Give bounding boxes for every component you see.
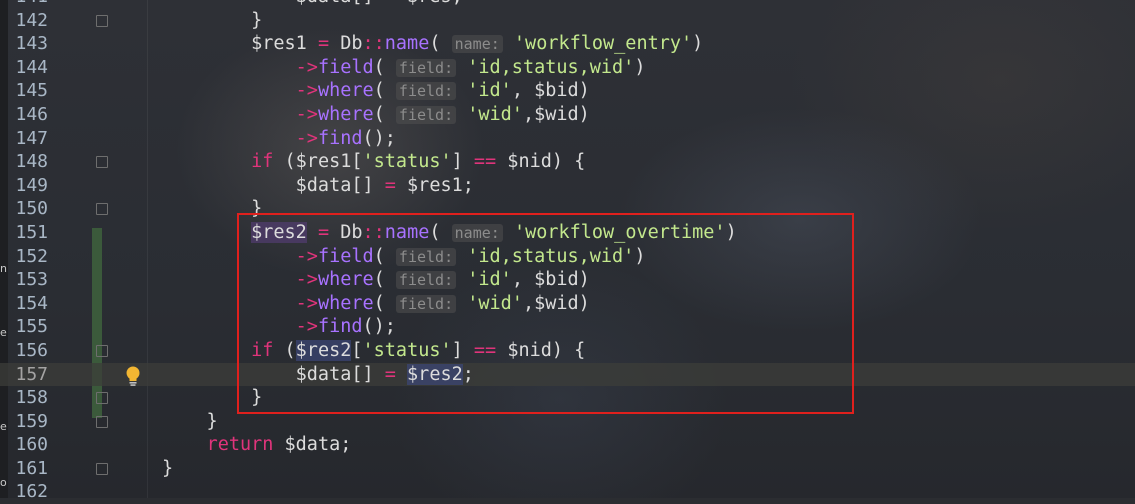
fold-end-icon[interactable] — [96, 462, 108, 475]
line-number: 142 — [15, 9, 48, 31]
code-line[interactable]: 147 ->find(); — [0, 127, 1135, 151]
line-number: 144 — [15, 56, 48, 78]
fold-end-icon[interactable] — [96, 203, 108, 216]
code-line[interactable]: 160 return $data; — [0, 433, 1135, 457]
code-line[interactable]: 162 — [0, 480, 1135, 504]
code-text[interactable]: $res1 = Db::name( name: 'workflow_entry'… — [162, 32, 703, 57]
line-number: 157 — [15, 363, 48, 385]
line-number: 147 — [15, 127, 48, 149]
code-text[interactable]: ->field( field: 'id,status,wid') — [162, 56, 646, 81]
code-text[interactable]: if ($res1['status'] == $nid) { — [162, 150, 585, 174]
code-line[interactable]: 149 $data[] = $res1; — [0, 174, 1135, 198]
code-text[interactable]: $data[] = $res1; — [162, 174, 474, 198]
line-number: 156 — [15, 339, 48, 361]
code-text[interactable]: } — [162, 457, 173, 481]
line-number: 153 — [15, 269, 48, 291]
annotation-highlight-box — [237, 213, 854, 414]
code-line[interactable]: 142 } — [0, 9, 1135, 33]
code-line[interactable]: 143 $res1 = Db::name( name: 'workflow_en… — [0, 32, 1135, 56]
code-line[interactable]: 146 ->where( field: 'wid',$wid) — [0, 103, 1135, 127]
line-number: 155 — [15, 316, 48, 338]
code-text[interactable]: } — [162, 9, 262, 33]
code-text[interactable]: } — [162, 410, 218, 434]
code-line[interactable]: 161 } — [0, 457, 1135, 481]
code-line[interactable]: 145 ->where( field: 'id', $bid) — [0, 79, 1135, 103]
line-number: 151 — [15, 221, 48, 243]
code-line[interactable]: 144 ->field( field: 'id,status,wid') — [0, 56, 1135, 80]
fold-end-icon[interactable] — [96, 14, 108, 27]
code-line[interactable]: 141 $data[] = $res; — [0, 0, 1135, 9]
line-number: 160 — [15, 434, 48, 456]
line-number: 146 — [15, 103, 48, 125]
code-text[interactable]: ->where( field: 'id', $bid) — [162, 79, 590, 104]
code-text[interactable]: $data[] = $res; — [162, 0, 463, 9]
line-number: 161 — [15, 457, 48, 479]
line-number: 145 — [15, 80, 48, 102]
code-text[interactable]: ->find(); — [162, 127, 396, 151]
code-line[interactable]: 148 if ($res1['status'] == $nid) { — [0, 150, 1135, 174]
fold-end-icon[interactable] — [96, 415, 108, 428]
line-number: 158 — [15, 387, 48, 409]
fold-start-icon[interactable] — [96, 344, 108, 357]
line-number: 143 — [15, 33, 48, 55]
line-number: 150 — [15, 198, 48, 220]
code-text[interactable]: return $data; — [162, 433, 352, 457]
line-number: 159 — [15, 410, 48, 432]
fold-start-icon[interactable] — [96, 156, 108, 169]
fold-end-icon[interactable] — [96, 392, 108, 405]
line-number: 141 — [8, 0, 48, 9]
line-number: 152 — [15, 245, 48, 267]
lightbulb-icon[interactable] — [124, 365, 142, 387]
line-number: 148 — [15, 151, 48, 173]
line-number: 162 — [15, 481, 48, 503]
code-text[interactable]: ->where( field: 'wid',$wid) — [162, 103, 590, 128]
line-number: 149 — [15, 174, 48, 196]
line-number: 154 — [15, 292, 48, 314]
